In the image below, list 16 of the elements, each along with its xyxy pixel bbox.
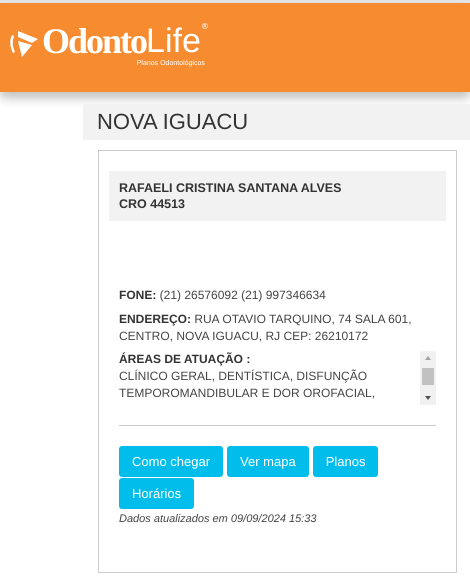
- provider-name: RAFAELI CRISTINA SANTANA ALVES: [119, 180, 342, 196]
- logo-text: Odonto: [42, 22, 146, 60]
- registry-number: CRO 44513: [119, 196, 186, 212]
- page-title: NOVA IGUACU: [97, 109, 248, 135]
- action-button[interactable]: Ver mapa: [227, 446, 309, 477]
- action-button[interactable]: Planos: [312, 446, 378, 477]
- scrollbar[interactable]: [420, 351, 436, 405]
- logo-icon: [8, 30, 40, 58]
- address-text: ENDEREÇO: RUA OTAVIO TARQUINO, 74 SALA 601, CENTRO, NOVA IGUACU, RJ CEP: 26210172: [119, 311, 413, 345]
- update-note: Dados atualizados em 09/09/2024 15:33: [119, 513, 318, 525]
- action-button[interactable]: Como chegar: [119, 446, 224, 477]
- logo-text: Life: [146, 22, 201, 60]
- registered-mark: ®: [200, 22, 209, 32]
- areas-text: ÁREAS DE ATUAÇÃO : CLÍNICO GERAL, DENTÍSTICA, DISFUNÇÃO TEMPOROMANDIBULAR E DOR OROFACIAL,: [119, 351, 376, 402]
- phone-text: FONE: (21) 26576092 (21) 997346634: [119, 287, 327, 304]
- action-button[interactable]: Horários: [119, 478, 194, 509]
